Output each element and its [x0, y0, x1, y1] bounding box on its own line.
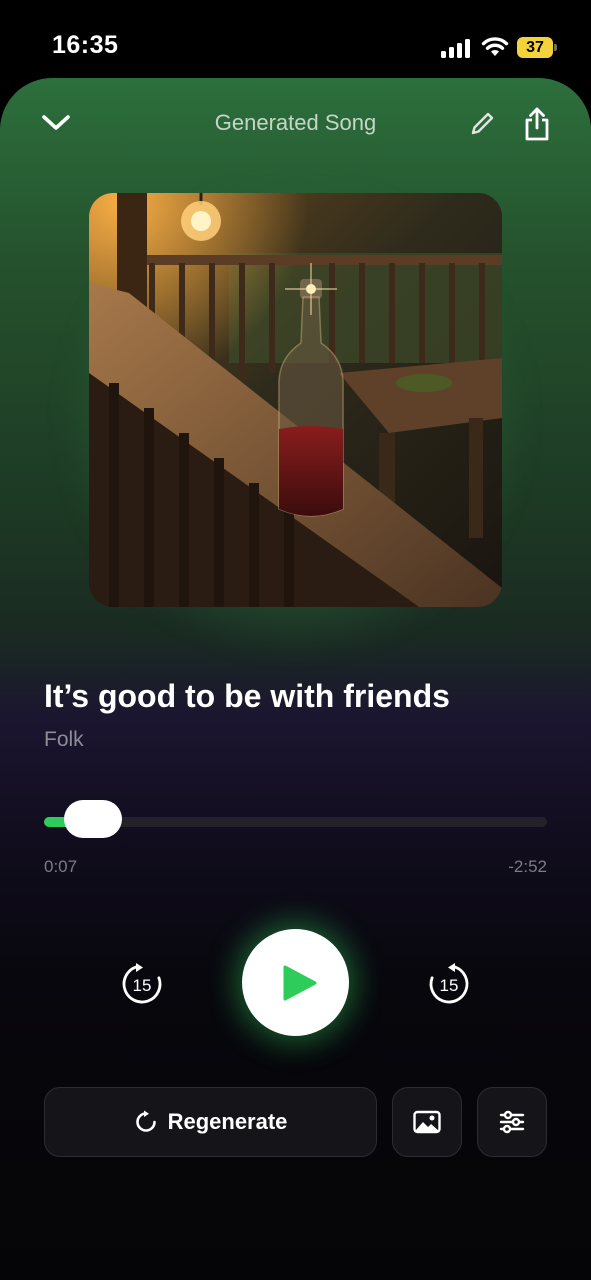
cover-image-button[interactable]: [392, 1087, 462, 1157]
regenerate-button[interactable]: Regenerate: [44, 1087, 377, 1157]
remaining-time: -2:52: [508, 857, 547, 876]
skip-forward-15-icon[interactable]: 15: [427, 961, 471, 1005]
album-artwork-image: [89, 193, 502, 607]
image-icon: [413, 1110, 441, 1134]
skip-back-15-icon[interactable]: 15: [120, 961, 164, 1005]
status-time: 16:35: [52, 31, 119, 59]
play-button[interactable]: [242, 929, 349, 1036]
share-icon[interactable]: [522, 106, 552, 142]
wifi-icon: [481, 37, 509, 56]
signal-icon: [441, 38, 473, 58]
progress-thumb[interactable]: [64, 800, 122, 838]
player-sheet: Generated Song It’s good to be with frie…: [0, 78, 591, 1280]
album-artwork: [89, 193, 502, 607]
progress-slider[interactable]: [44, 800, 547, 838]
player-header: Generated Song: [0, 78, 591, 170]
pencil-icon[interactable]: [468, 110, 496, 138]
skip-forward-label: 15: [440, 976, 459, 995]
skip-back-label: 15: [133, 976, 152, 995]
status-bar: 16:35 37: [0, 0, 591, 80]
settings-button[interactable]: [477, 1087, 547, 1157]
page-title: Generated Song: [214, 110, 377, 135]
sliders-icon: [499, 1110, 525, 1134]
battery-icon: 37: [517, 37, 557, 58]
battery-level: 37: [517, 37, 553, 58]
regenerate-label: Regenerate: [167, 1109, 288, 1134]
elapsed-time: 0:07: [44, 857, 78, 876]
refresh-icon: [135, 1110, 156, 1132]
play-icon: [283, 965, 317, 1001]
song-title: It’s good to be with friends: [44, 678, 450, 714]
song-genre: Folk: [44, 728, 84, 751]
